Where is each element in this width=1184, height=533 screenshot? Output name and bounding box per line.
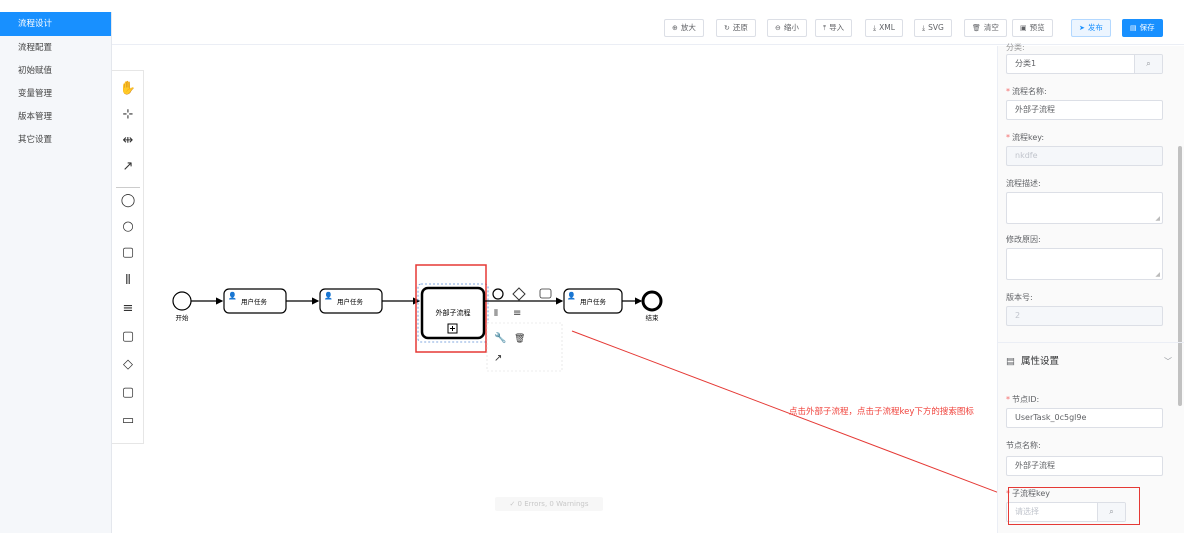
resize-grip-icon[interactable]: ◢ — [1155, 215, 1160, 222]
process-name-input[interactable]: 外部子流程 — [1006, 100, 1163, 120]
node-name-label: 节点名称: — [1006, 441, 1041, 450]
user-icon: 👤 — [228, 291, 237, 300]
search-icon[interactable]: ⌕ — [1134, 55, 1162, 73]
panel-divider — [998, 342, 1184, 343]
user-icon: 👤 — [567, 291, 576, 300]
sidebar-item-initial-values[interactable]: 初始赋值 — [0, 60, 111, 82]
annotation-text: 点击外部子流程，点击子流程key下方的搜索图标 — [789, 407, 974, 417]
sidebar-item-process-design[interactable]: 流程设计 — [0, 12, 111, 36]
process-key-input: nkdfe — [1006, 146, 1163, 166]
external-subprocess[interactable]: 外部子流程 — [417, 283, 489, 343]
highlight-sub-key-box — [1008, 487, 1140, 525]
process-key-label: * 流程key: — [1006, 133, 1045, 142]
description-textarea[interactable]: ◢ — [1006, 192, 1163, 224]
sidebar-item-process-config[interactable]: 流程配置 — [0, 37, 111, 59]
version-label: 版本号: — [1006, 293, 1033, 302]
process-key-label-text: 流程key: — [1012, 133, 1045, 142]
reason-textarea[interactable]: ◢ — [1006, 248, 1163, 280]
app-root: 流程设计 流程配置 初始赋值 变量管理 版本管理 其它设置 ⊕ 放大 ↻ 还原 ⊖ 缩… — [0, 0, 1184, 533]
properties-panel: 分类: 分类1 ⌕ * 流程名称: 外部子流程 * 流程key: nkdfe 流程描… — [997, 43, 1184, 533]
zoom-out-button[interactable]: ⊖ 缩小 — [767, 19, 807, 37]
export-svg-button[interactable]: ⤓ SVG — [914, 19, 952, 37]
export-svg-label: SVG — [928, 23, 944, 32]
send-icon: ➤ — [1079, 24, 1085, 32]
attribute-settings-header[interactable]: ▤ 属性设置 ﹀ — [1006, 352, 1176, 372]
sidebar: 流程设计 流程配置 初始赋值 变量管理 版本管理 其它设置 — [0, 12, 112, 533]
wrench-icon[interactable]: 🔧 — [494, 331, 506, 344]
restore-icon: ↻ — [724, 24, 730, 32]
trash-icon: 🗑 — [972, 24, 981, 32]
sidebar-item-other-settings[interactable]: 其它设置 — [0, 129, 111, 151]
user-task-3-label: 用户任务 — [580, 297, 607, 306]
node-id-input[interactable]: UserTask_0c5gl9e — [1006, 408, 1163, 428]
reason-label: 修改原因: — [1006, 235, 1041, 244]
save-button[interactable]: ▤ 保存 — [1122, 19, 1163, 37]
process-name-label: * 流程名称: — [1006, 87, 1047, 96]
parallel-multi-instance-icon[interactable]: ⦀ — [494, 309, 498, 319]
export-xml-button[interactable]: ⤓ XML — [865, 19, 903, 37]
validation-status: ✓ 0 Errors, 0 Warnings — [495, 497, 603, 511]
start-event-label: 开始 — [176, 313, 190, 322]
panel-scrollbar[interactable] — [1178, 146, 1182, 406]
end-event-label: 结束 — [646, 313, 660, 322]
user-task-1[interactable]: 👤 用户任务 — [223, 288, 287, 314]
publish-button[interactable]: ➤ 发布 — [1071, 19, 1111, 37]
zoom-in-icon: ⊕ — [672, 24, 678, 32]
description-label: 流程描述: — [1006, 179, 1041, 188]
save-label: 保存 — [1139, 23, 1155, 32]
clear-button[interactable]: 🗑 清空 — [964, 19, 1007, 37]
external-subprocess-label: 外部子流程 — [436, 308, 471, 317]
clear-label: 清空 — [983, 23, 999, 32]
user-task-1-label: 用户任务 — [241, 297, 268, 306]
version-input: 2 — [1006, 306, 1163, 326]
node-id-label: * 节点ID: — [1006, 395, 1040, 404]
append-end-event-icon[interactable] — [492, 288, 504, 300]
import-label: 导入 — [829, 23, 845, 32]
import-button[interactable]: ⤒ 导入 — [815, 19, 853, 37]
bpmn-canvas[interactable]: ✋ ⊹ ⇹ ↗ ◯ ○ ▢ ⦀ ≡ ▢ ◇ ▢ ▭ 开始 👤 用户任务 👤 用户… — [112, 46, 997, 533]
user-task-2-label: 用户任务 — [337, 297, 364, 306]
list-icon: ▤ — [1006, 356, 1015, 367]
zoom-in-button[interactable]: ⊕ 放大 — [664, 19, 704, 37]
zoom-out-icon: ⊖ — [775, 24, 781, 32]
download-icon: ⤓ — [873, 24, 877, 32]
zoom-in-label: 放大 — [680, 23, 696, 32]
delete-icon[interactable]: 🗑 — [514, 333, 525, 344]
node-id-label-text: 节点ID: — [1012, 395, 1040, 404]
category-input[interactable]: 分类1 ⌕ — [1006, 54, 1163, 74]
append-task-icon[interactable] — [539, 288, 552, 299]
sidebar-item-variables[interactable]: 变量管理 — [0, 83, 111, 105]
connect-icon[interactable]: ↗ — [494, 353, 502, 364]
node-name-input[interactable]: 外部子流程 — [1006, 456, 1163, 476]
export-xml-label: XML — [879, 23, 895, 32]
bpmn-diagram: 开始 👤 用户任务 👤 用户任务 外部子流程 ⦀ ≡ 🔧 🗑 ↗ 👤 用户任务 … — [172, 264, 997, 493]
upload-icon: ⤒ — [823, 24, 827, 32]
restore-label: 还原 — [732, 23, 748, 32]
user-icon: 👤 — [324, 291, 333, 300]
chevron-down-icon: ﹀ — [1164, 357, 1172, 366]
category-label: 分类: — [1006, 43, 1025, 52]
preview-icon: ▣ — [1020, 24, 1027, 32]
start-event[interactable] — [172, 291, 192, 311]
append-gateway-icon[interactable] — [512, 287, 526, 301]
resize-grip-icon[interactable]: ◢ — [1155, 271, 1160, 278]
download-icon: ⤓ — [922, 24, 926, 32]
user-task-2[interactable]: 👤 用户任务 — [319, 288, 383, 314]
process-name-label-text: 流程名称: — [1012, 87, 1047, 96]
restore-button[interactable]: ↻ 还原 — [716, 19, 756, 37]
toolbar: ⊕ 放大 ↻ 还原 ⊖ 缩小 ⤒ 导入 ⤓ XML ⤓ SVG 🗑 清空 ▣ 预览 ➤ 发布 ▤ 保… — [112, 12, 1184, 45]
attribute-settings-title: 属性设置 — [1020, 356, 1059, 367]
preview-button[interactable]: ▣ 预览 — [1012, 19, 1053, 37]
zoom-out-label: 缩小 — [783, 23, 799, 32]
category-value: 分类1 — [1015, 59, 1037, 68]
user-task-3[interactable]: 👤 用户任务 — [563, 288, 623, 314]
end-event[interactable] — [641, 290, 663, 312]
preview-label: 预览 — [1029, 23, 1045, 32]
publish-label: 发布 — [1087, 23, 1103, 32]
sequential-multi-instance-icon[interactable]: ≡ — [513, 308, 521, 319]
save-icon: ▤ — [1130, 24, 1137, 32]
sidebar-item-versions[interactable]: 版本管理 — [0, 106, 111, 128]
